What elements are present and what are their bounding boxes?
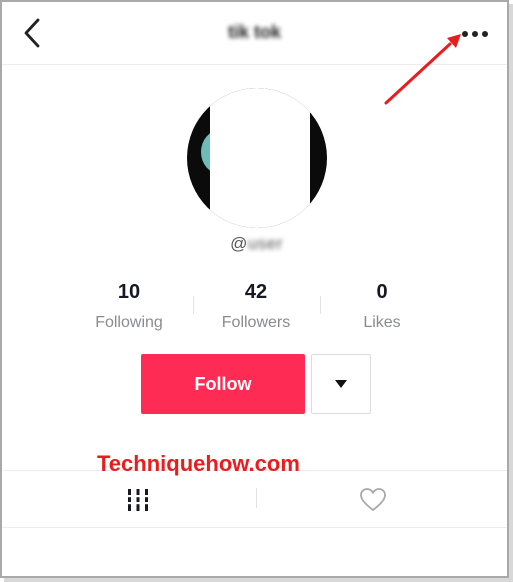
- grid-icon: [126, 489, 150, 511]
- tab-divider: [256, 488, 257, 508]
- username: @user: [0, 234, 513, 254]
- more-horizontal-icon: [462, 31, 488, 37]
- stat-likes[interactable]: 0 Likes: [319, 281, 445, 332]
- tab-videos[interactable]: [118, 484, 158, 516]
- stat-label: Followers: [221, 314, 291, 331]
- caret-down-icon: [335, 380, 347, 388]
- avatar-redaction: [210, 88, 310, 228]
- frame-shadow: [4, 578, 513, 582]
- heart-icon: [360, 488, 386, 511]
- frame-shadow: [509, 4, 513, 582]
- page-title: tik tok: [227, 22, 281, 42]
- stat-label: Following: [95, 314, 163, 331]
- profile-header: tik tok: [2, 2, 507, 65]
- content-tabs: [2, 470, 507, 528]
- username-text: user: [247, 234, 283, 253]
- stat-followers[interactable]: 42 Followers: [193, 281, 319, 332]
- stat-value: 42: [244, 281, 268, 303]
- tab-liked[interactable]: [352, 484, 394, 516]
- stat-following[interactable]: 10 Following: [66, 281, 192, 332]
- avatar: [187, 88, 327, 228]
- stat-value: 10: [117, 281, 141, 303]
- more-options-button[interactable]: [458, 24, 492, 44]
- profile-avatar[interactable]: [187, 88, 327, 228]
- suggested-accounts-dropdown-button[interactable]: [311, 354, 371, 414]
- username-prefix: @: [230, 234, 248, 253]
- stat-value: 0: [376, 281, 388, 303]
- follow-button[interactable]: Follow: [141, 354, 305, 414]
- stat-label: Likes: [363, 314, 401, 331]
- watermark-text: Techniquehow.com: [97, 451, 300, 476]
